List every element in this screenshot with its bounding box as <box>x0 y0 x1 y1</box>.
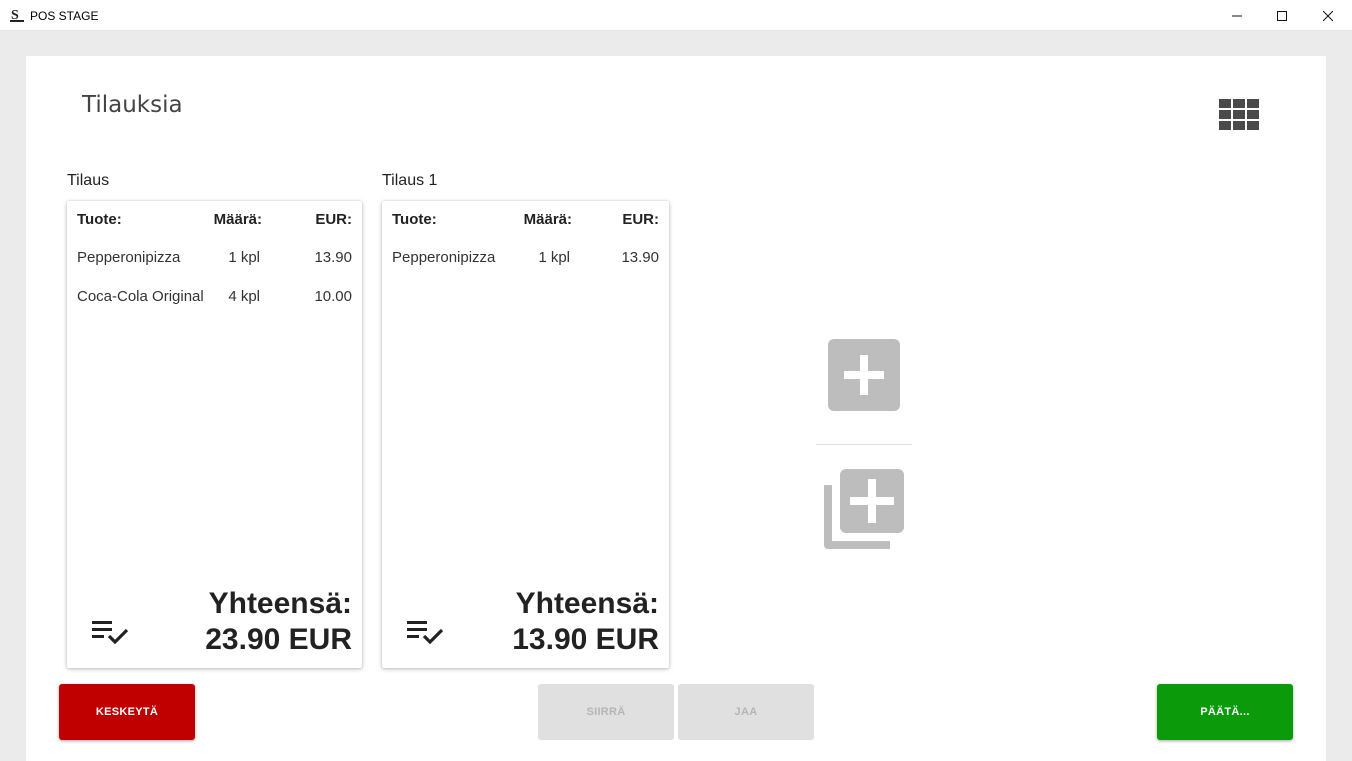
total-label: Yhteensä: <box>208 587 352 620</box>
order-label: Tilaus <box>67 172 110 189</box>
playlist-check-icon[interactable] <box>92 619 130 647</box>
split-button[interactable]: JAA <box>678 684 814 740</box>
grid-view-icon[interactable] <box>1219 99 1259 130</box>
header-quantity: Määrä: <box>523 211 572 228</box>
item-price: 10.00 <box>314 288 352 305</box>
item-product: Coca-Cola Original <box>77 288 204 305</box>
maximize-icon <box>1277 10 1287 21</box>
item-price: 13.90 <box>621 249 659 266</box>
item-quantity: 1 kpl <box>228 249 260 266</box>
order-header-row: Tuote: Määrä: EUR: <box>392 211 659 231</box>
maximize-button[interactable] <box>1259 0 1305 31</box>
header-quantity: Määrä: <box>213 211 262 228</box>
window-title: POS STAGE <box>30 9 99 23</box>
playlist-check-icon[interactable] <box>407 619 445 647</box>
move-button[interactable]: SIIRRÄ <box>538 684 674 740</box>
add-order-button[interactable] <box>828 339 900 411</box>
header-eur: EUR: <box>315 211 352 228</box>
minimize-icon <box>1232 15 1242 16</box>
order-card[interactable]: Tuote: Määrä: EUR: Pepperonipizza 1 kpl … <box>67 201 362 668</box>
minimize-button[interactable] <box>1214 0 1260 31</box>
window-titlebar: S POS STAGE <box>0 0 1352 31</box>
item-quantity: 4 kpl <box>228 288 260 305</box>
cancel-button[interactable]: KESKEYTÄ <box>59 684 195 740</box>
item-product: Pepperonipizza <box>77 249 181 266</box>
close-button[interactable] <box>1305 0 1351 31</box>
header-eur: EUR: <box>622 211 659 228</box>
finish-button[interactable]: PÄÄTÄ... <box>1157 684 1293 740</box>
header-product: Tuote: <box>77 211 122 228</box>
app-logo-icon: S <box>10 8 24 23</box>
order-item-row[interactable]: Pepperonipizza 1 kpl 13.90 <box>77 249 352 269</box>
item-quantity: 1 kpl <box>538 249 570 266</box>
total-label: Yhteensä: <box>515 587 659 620</box>
order-card[interactable]: Tuote: Määrä: EUR: Pepperonipizza 1 kpl … <box>382 201 669 668</box>
add-icon <box>844 355 884 395</box>
order-header-row: Tuote: Määrä: EUR: <box>77 211 352 231</box>
page-title: Tilauksia <box>82 92 183 118</box>
item-product: Pepperonipizza <box>392 249 496 266</box>
order-label: Tilaus 1 <box>382 172 438 189</box>
item-price: 13.90 <box>314 249 352 266</box>
divider <box>816 444 912 445</box>
close-icon <box>1323 10 1333 21</box>
header-product: Tuote: <box>392 211 437 228</box>
order-item-row[interactable]: Pepperonipizza 1 kpl 13.90 <box>392 249 659 269</box>
total-value: 13.90 EUR <box>512 623 659 656</box>
total-value: 23.90 EUR <box>205 623 352 656</box>
order-item-row[interactable]: Coca-Cola Original 4 kpl 10.00 <box>77 288 352 308</box>
library-add-icon[interactable] <box>822 467 906 551</box>
